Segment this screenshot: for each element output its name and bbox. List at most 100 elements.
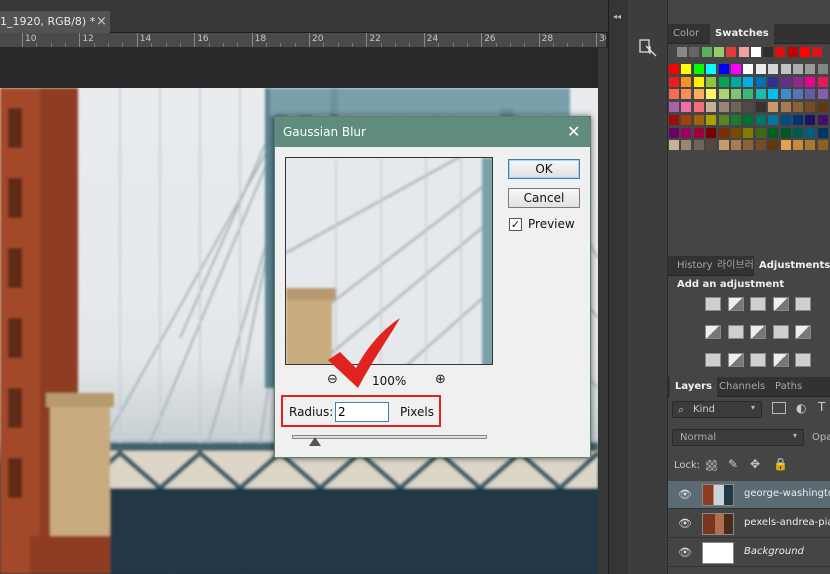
swatch[interactable] xyxy=(718,76,729,87)
swatch[interactable] xyxy=(731,89,741,100)
swatch[interactable] xyxy=(768,76,779,87)
swatch[interactable] xyxy=(726,47,737,57)
filter-pixel-icon[interactable] xyxy=(772,402,786,414)
swatch[interactable] xyxy=(693,76,704,87)
swatch[interactable] xyxy=(780,64,791,74)
swatch[interactable] xyxy=(706,140,717,151)
swatch[interactable] xyxy=(780,114,791,125)
swatch[interactable] xyxy=(780,89,791,100)
invert-icon[interactable] xyxy=(705,353,721,367)
swatch[interactable] xyxy=(706,114,717,125)
swatch[interactable] xyxy=(805,89,816,100)
swatch[interactable] xyxy=(693,127,704,138)
swatch[interactable] xyxy=(693,89,704,100)
swatch[interactable] xyxy=(669,114,679,125)
swatch[interactable] xyxy=(738,47,749,57)
swatch[interactable] xyxy=(681,114,692,125)
blend-mode-select[interactable]: Normal ▾ xyxy=(672,429,804,446)
channel-mixer-icon[interactable] xyxy=(795,325,811,339)
threshold-icon[interactable] xyxy=(750,353,766,367)
swatch[interactable] xyxy=(669,64,679,74)
swatch[interactable] xyxy=(689,47,700,57)
layer-row[interactable]: 👁 Background xyxy=(668,539,830,567)
kind-filter-select[interactable]: ⌕ Kind ▾ xyxy=(672,401,762,418)
swatch[interactable] xyxy=(681,140,692,151)
posterize-icon[interactable] xyxy=(727,353,744,367)
swatch[interactable] xyxy=(718,140,729,151)
swatch[interactable] xyxy=(743,127,754,138)
swatch[interactable] xyxy=(731,127,741,138)
swatch[interactable] xyxy=(743,89,754,100)
swatch[interactable] xyxy=(693,140,704,151)
exposure-icon[interactable] xyxy=(772,297,789,311)
swatch[interactable] xyxy=(693,114,704,125)
close-tab-icon[interactable]: × xyxy=(96,11,107,33)
swatch[interactable] xyxy=(669,89,679,100)
selective-color-icon[interactable] xyxy=(772,353,789,367)
swatch[interactable] xyxy=(731,76,741,87)
swatch[interactable] xyxy=(768,127,779,138)
swatch[interactable] xyxy=(755,89,766,100)
swatch[interactable] xyxy=(743,140,754,151)
swatch[interactable] xyxy=(817,114,828,125)
swatch[interactable] xyxy=(812,47,823,57)
swatch[interactable] xyxy=(731,114,741,125)
swatch[interactable] xyxy=(817,140,828,151)
swatch[interactable] xyxy=(743,114,754,125)
vertical-scrollbar[interactable] xyxy=(598,48,608,574)
tab-swatches[interactable]: Swatches xyxy=(710,24,774,44)
swatch[interactable] xyxy=(780,127,791,138)
swatch[interactable] xyxy=(677,47,687,57)
swatch[interactable] xyxy=(768,114,779,125)
swatch[interactable] xyxy=(681,76,692,87)
swatch[interactable] xyxy=(768,64,779,74)
swatch[interactable] xyxy=(669,102,679,113)
swatch[interactable] xyxy=(817,102,828,113)
filter-adjustment-icon[interactable]: ◐ xyxy=(796,401,806,415)
cancel-button[interactable]: Cancel xyxy=(508,188,580,208)
swatch[interactable] xyxy=(718,127,729,138)
swatch[interactable] xyxy=(805,127,816,138)
brightness-contrast-icon[interactable] xyxy=(705,297,721,311)
swatch[interactable] xyxy=(718,64,729,74)
swatch[interactable] xyxy=(706,89,717,100)
radius-slider-thumb[interactable] xyxy=(309,437,322,446)
layer-row[interactable]: 👁 george-washington xyxy=(668,481,830,509)
swatch[interactable] xyxy=(755,140,766,151)
document-tab[interactable]: 1_1920, RGB/8) * × xyxy=(0,11,110,33)
swatch[interactable] xyxy=(805,64,816,74)
swatch[interactable] xyxy=(780,102,791,113)
swatch[interactable] xyxy=(817,76,828,87)
collapse-panels-icon[interactable]: ◂◂ xyxy=(613,12,621,21)
swatch[interactable] xyxy=(669,140,679,151)
tab-paths[interactable]: Paths xyxy=(770,377,807,397)
swatch[interactable] xyxy=(693,102,704,113)
filter-type-icon[interactable]: T xyxy=(818,400,825,414)
lock-transparency-icon[interactable] xyxy=(706,460,717,471)
swatch[interactable] xyxy=(731,140,741,151)
swatch[interactable] xyxy=(755,102,766,113)
swatch[interactable] xyxy=(706,76,717,87)
swatch[interactable] xyxy=(713,47,724,57)
tab-adjustments[interactable]: Adjustments xyxy=(754,256,830,276)
photo-filter-icon[interactable] xyxy=(772,325,789,339)
curves-icon[interactable] xyxy=(750,297,766,311)
swatch[interactable] xyxy=(693,64,704,74)
swatch[interactable] xyxy=(750,47,761,57)
close-icon[interactable]: ✕ xyxy=(567,117,580,147)
visibility-eye-icon[interactable]: 👁 xyxy=(678,517,692,530)
lock-move-icon[interactable]: ✥ xyxy=(750,457,760,471)
zoom-in-icon[interactable]: ⊕ xyxy=(435,372,446,387)
levels-icon[interactable] xyxy=(727,297,744,311)
visibility-eye-icon[interactable]: 👁 xyxy=(678,546,692,559)
swatch[interactable] xyxy=(793,76,803,87)
swatch[interactable] xyxy=(817,127,828,138)
swatch[interactable] xyxy=(787,47,798,57)
swatch[interactable] xyxy=(768,89,779,100)
black-white-icon[interactable] xyxy=(750,325,766,339)
swatch[interactable] xyxy=(743,64,754,74)
swatch[interactable] xyxy=(701,47,712,57)
tab-channels[interactable]: Channels xyxy=(714,377,770,397)
swatch[interactable] xyxy=(755,114,766,125)
swatch[interactable] xyxy=(780,76,791,87)
